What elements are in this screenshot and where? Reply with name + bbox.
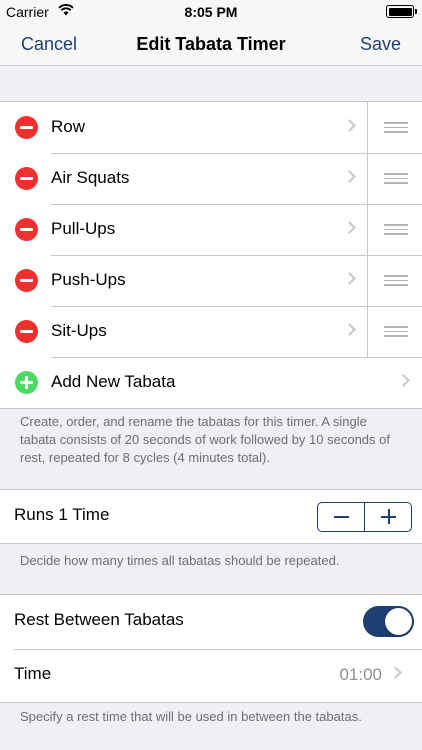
battery-icon — [386, 5, 414, 18]
rest-toggle-row: Rest Between Tabatas — [0, 595, 422, 649]
delete-icon[interactable] — [15, 218, 38, 241]
runs-stepper[interactable] — [317, 502, 412, 532]
toggle-knob — [385, 608, 412, 635]
reorder-grip-icon[interactable] — [384, 326, 408, 337]
reorder-divider — [367, 204, 368, 255]
tabata-row[interactable]: Air Squats — [0, 153, 422, 204]
tabatas-footer-note: Create, order, and rename the tabatas fo… — [20, 414, 390, 465]
status-time: 8:05 PM — [184, 4, 238, 20]
tabata-row[interactable]: Push-Ups — [0, 255, 422, 306]
tabata-name: Sit-Ups — [51, 321, 107, 340]
rest-toggle-switch[interactable] — [363, 606, 414, 637]
rest-time-value: 01:00 — [339, 665, 382, 684]
save-button[interactable]: Save — [360, 34, 401, 55]
add-new-tabata-row[interactable]: Add New Tabata — [0, 357, 422, 408]
rest-section: Rest Between Tabatas Time 01:00 — [0, 594, 422, 703]
reorder-grip-icon[interactable] — [384, 173, 408, 184]
delete-icon[interactable] — [15, 167, 38, 190]
tabata-name: Air Squats — [51, 168, 130, 187]
battery-tip — [415, 9, 417, 14]
reorder-divider — [367, 255, 368, 306]
add-new-tabata-label: Add New Tabata — [51, 372, 176, 391]
reorder-divider — [367, 153, 368, 204]
runs-section: Runs 1 Time — [0, 489, 422, 544]
rest-time-label: Time — [14, 664, 52, 683]
runs-footer-note: Decide how many times all tabatas should… — [20, 553, 340, 568]
reorder-divider — [367, 102, 368, 153]
runs-row: Runs 1 Time — [0, 490, 422, 543]
chevron-right-icon — [343, 119, 356, 132]
rest-between-tabatas-label: Rest Between Tabatas — [14, 610, 184, 629]
delete-icon[interactable] — [15, 320, 38, 343]
status-bar: Carrier 8:05 PM — [0, 0, 422, 24]
reorder-grip-icon[interactable] — [384, 122, 408, 133]
runs-label: Runs 1 Time — [14, 505, 110, 524]
chevron-right-icon — [343, 323, 356, 336]
delete-icon[interactable] — [15, 269, 38, 292]
tabata-row[interactable]: Sit-Ups — [0, 306, 422, 357]
page-title: Edit Tabata Timer — [136, 34, 286, 54]
reorder-grip-icon[interactable] — [384, 275, 408, 286]
plus-circle-icon[interactable] — [15, 371, 38, 394]
reorder-grip-icon[interactable] — [384, 224, 408, 235]
tabata-name: Pull-Ups — [51, 219, 116, 238]
rest-footer-note: Specify a rest time that will be used in… — [20, 709, 362, 724]
chevron-right-icon — [397, 374, 410, 387]
tabata-row[interactable]: Row — [0, 102, 422, 153]
chevron-right-icon — [343, 272, 356, 285]
navigation-bar: Cancel Edit Tabata Timer Save — [0, 24, 422, 66]
decrement-button[interactable] — [318, 503, 364, 531]
chevron-right-icon — [389, 666, 402, 679]
tabata-row[interactable]: Pull-Ups — [0, 204, 422, 255]
increment-button[interactable] — [364, 503, 411, 531]
reorder-divider — [367, 306, 368, 357]
chevron-right-icon — [343, 221, 356, 234]
delete-icon[interactable] — [15, 116, 38, 139]
tabatas-section: Row Air Squats Pull-Ups Push-Ups Sit-Ups… — [0, 101, 422, 409]
tabata-name: Row — [51, 117, 86, 136]
tabata-name: Push-Ups — [51, 270, 126, 289]
chevron-right-icon — [343, 170, 356, 183]
rest-time-row[interactable]: Time 01:00 — [0, 649, 422, 702]
